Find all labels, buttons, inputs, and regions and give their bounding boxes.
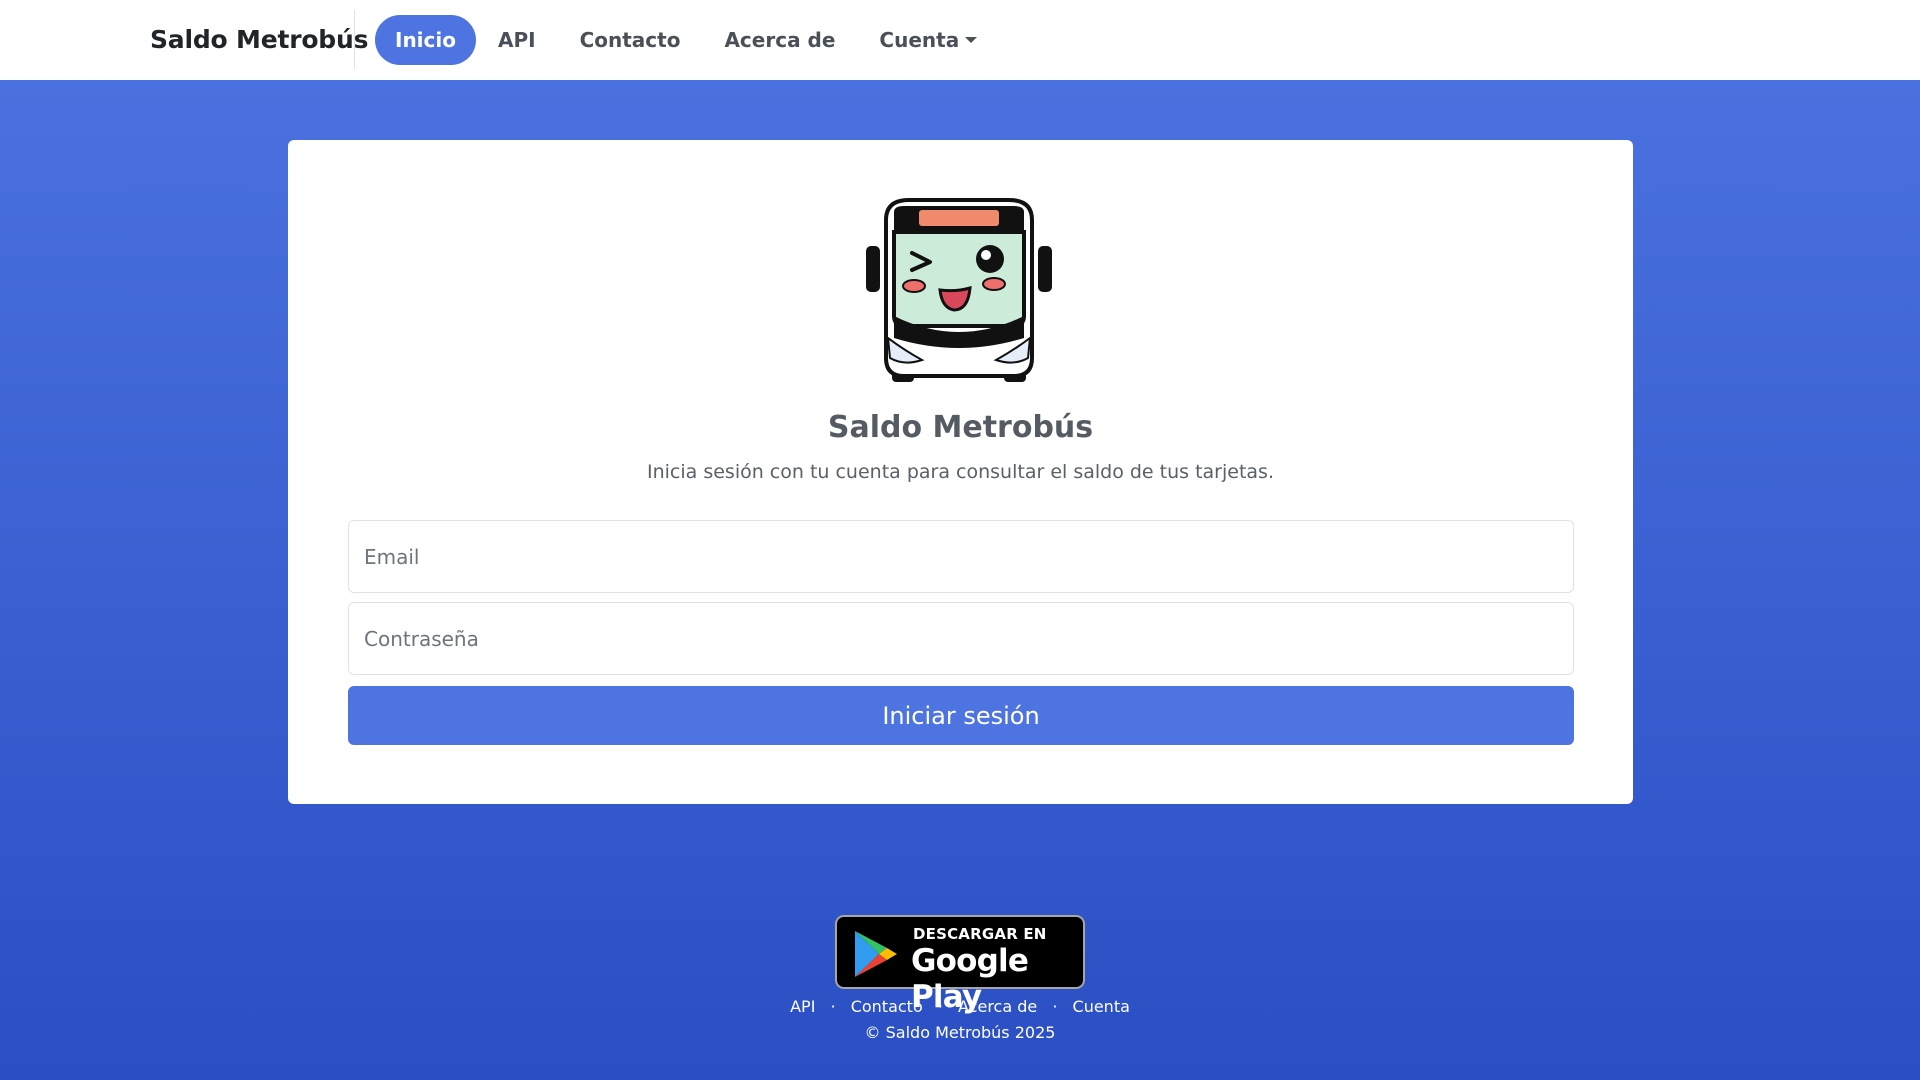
footer-separator: ·	[1052, 997, 1058, 1016]
login-title: Saldo Metrobús	[827, 410, 1094, 445]
brand-logo-text[interactable]: Saldo Metrobús	[150, 22, 368, 58]
footer-copyright: © Saldo Metrobús 2025	[864, 1023, 1056, 1042]
email-field[interactable]	[348, 520, 1574, 593]
navbar: Saldo Metrobús Inicio API Contacto Acerc…	[0, 0, 1920, 80]
nav-item-inicio[interactable]: Inicio	[375, 15, 476, 65]
nav-item-contacto[interactable]: Contacto	[558, 15, 703, 65]
nav-item-acerca-de[interactable]: Acerca de	[702, 15, 857, 65]
google-play-icon	[855, 931, 897, 977]
nav-items: Inicio API Contacto Acerca de Cuenta	[375, 15, 999, 65]
nav-divider	[354, 10, 355, 69]
footer-link-contacto[interactable]: Contacto	[851, 997, 923, 1016]
footer-separator: ·	[937, 997, 943, 1016]
nav-item-cuenta-label: Cuenta	[879, 28, 960, 52]
login-card: Saldo Metrobús Inicia sesión con tu cuen…	[288, 140, 1633, 804]
footer-links: API · Contacto · Acerca de · Cuenta	[0, 997, 1920, 1016]
nav-item-api[interactable]: API	[476, 15, 558, 65]
footer-link-cuenta[interactable]: Cuenta	[1073, 997, 1130, 1016]
google-play-badge-top-text: DESCARGAR EN	[913, 925, 1047, 943]
nav-item-cuenta-dropdown[interactable]: Cuenta	[857, 15, 999, 65]
password-field[interactable]	[348, 602, 1574, 675]
login-submit-button[interactable]: Iniciar sesión	[348, 686, 1574, 745]
login-subtitle: Inicia sesión con tu cuenta para consult…	[647, 461, 1274, 483]
footer-link-api[interactable]: API	[790, 997, 815, 1016]
bus-mascot-icon	[866, 198, 1052, 382]
footer-link-acerca-de[interactable]: Acerca de	[958, 997, 1037, 1016]
caret-down-icon	[965, 37, 978, 43]
footer-separator: ·	[830, 997, 836, 1016]
google-play-badge[interactable]: DESCARGAR EN Google Play	[835, 915, 1085, 1015]
